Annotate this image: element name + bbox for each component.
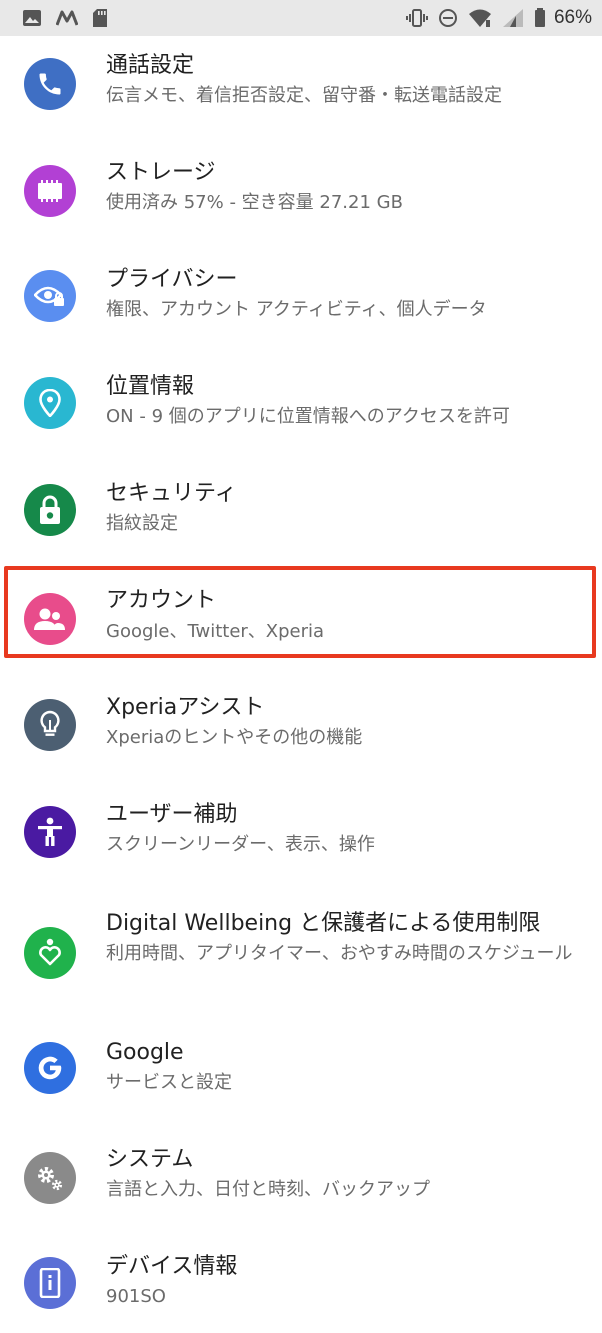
privacy-icon — [24, 270, 76, 322]
settings-item-subtitle: 権限、アカウント アクティビティ、個人データ — [106, 299, 487, 320]
battery-percentage: 66% — [553, 7, 592, 28]
settings-item-digital-wellbeing[interactable]: Digital Wellbeing と保護者による使用制限 利用時間、アプリタイ… — [0, 892, 602, 1024]
settings-item-security[interactable]: セキュリティ 指紋設定 — [0, 464, 602, 571]
status-bar-right: 66% — [405, 7, 592, 29]
settings-item-title: 通話設定 — [106, 53, 195, 78]
settings-item-subtitle: サービスと設定 — [106, 1072, 232, 1093]
status-bar-left — [22, 8, 108, 28]
settings-item-title: Google — [106, 1040, 184, 1065]
settings-item-subtitle: ON - 9 個のアプリに位置情報へのアクセスを許可 — [106, 406, 510, 427]
settings-item-subtitle: 伝言メモ、着信拒否設定、留守番・転送電話設定 — [106, 85, 502, 106]
settings-item-subtitle: スクリーンリーダー、表示、操作 — [106, 834, 375, 855]
settings-item-google[interactable]: Google サービスと設定 — [0, 1024, 602, 1130]
signal-icon — [502, 8, 524, 28]
sdcard-icon — [92, 8, 108, 28]
vibrate-icon — [405, 9, 428, 27]
dnd-icon — [438, 8, 458, 28]
device-info-icon — [24, 1257, 76, 1309]
m-icon — [56, 10, 78, 26]
settings-item-title: Xperiaアシスト — [106, 695, 265, 720]
google-icon — [24, 1042, 76, 1094]
settings-item-title: セキュリティ — [106, 481, 237, 506]
phone-icon — [24, 58, 76, 110]
settings-item-privacy[interactable]: プライバシー 権限、アカウント アクティビティ、個人データ — [0, 250, 602, 357]
settings-item-title: ユーザー補助 — [106, 802, 238, 827]
settings-item-system[interactable]: システム 言語と入力、日付と時刻、バックアップ — [0, 1130, 602, 1237]
settings-item-title: デバイス情報 — [106, 1254, 238, 1279]
settings-item-subtitle: Google、Twitter、Xperia — [106, 621, 325, 642]
settings-item-title: アカウント — [106, 588, 217, 613]
settings-item-subtitle: 901SO — [106, 1286, 166, 1307]
settings-item-account[interactable]: アカウント Google、Twitter、Xperia — [0, 571, 602, 678]
settings-item-subtitle: 言語と入力、日付と時刻、バックアップ — [106, 1179, 430, 1200]
accessibility-icon — [24, 806, 76, 858]
settings-item-subtitle: 使用済み 57% - 空き容量 27.21 GB — [106, 192, 403, 213]
account-icon — [24, 593, 76, 645]
lightbulb-icon — [24, 699, 76, 751]
wifi-icon — [468, 8, 492, 28]
location-icon — [24, 377, 76, 429]
gear-icon — [24, 1152, 76, 1204]
battery-icon — [534, 8, 546, 28]
lock-icon — [24, 484, 76, 536]
settings-item-xperia-assist[interactable]: Xperiaアシスト Xperiaのヒントやその他の機能 — [0, 678, 602, 785]
settings-item-subtitle: Xperiaのヒントやその他の機能 — [106, 727, 363, 748]
settings-item-storage[interactable]: ストレージ 使用済み 57% - 空き容量 27.21 GB — [0, 143, 602, 250]
settings-item-title: Digital Wellbeing と保護者による使用制限 — [106, 911, 541, 936]
settings-item-title: 位置情報 — [106, 374, 195, 399]
settings-item-subtitle: 指紋設定 — [106, 513, 178, 534]
settings-item-title: ストレージ — [106, 160, 216, 185]
settings-item-title: プライバシー — [106, 267, 238, 292]
settings-item-title: システム — [106, 1147, 194, 1172]
settings-item-subtitle: 利用時間、アプリタイマー、おやすみ時間のスケジュール — [106, 943, 573, 964]
storage-icon — [24, 165, 76, 217]
status-bar: 66% — [0, 0, 602, 36]
settings-item-call[interactable]: 通話設定 伝言メモ、着信拒否設定、留守番・転送電話設定 — [0, 36, 602, 143]
settings-item-accessibility[interactable]: ユーザー補助 スクリーンリーダー、表示、操作 — [0, 785, 602, 892]
settings-item-location[interactable]: 位置情報 ON - 9 個のアプリに位置情報へのアクセスを許可 — [0, 357, 602, 464]
wellbeing-icon — [24, 927, 76, 979]
settings-item-device-info[interactable]: デバイス情報 901SO — [0, 1237, 602, 1333]
gallery-icon — [22, 9, 42, 27]
